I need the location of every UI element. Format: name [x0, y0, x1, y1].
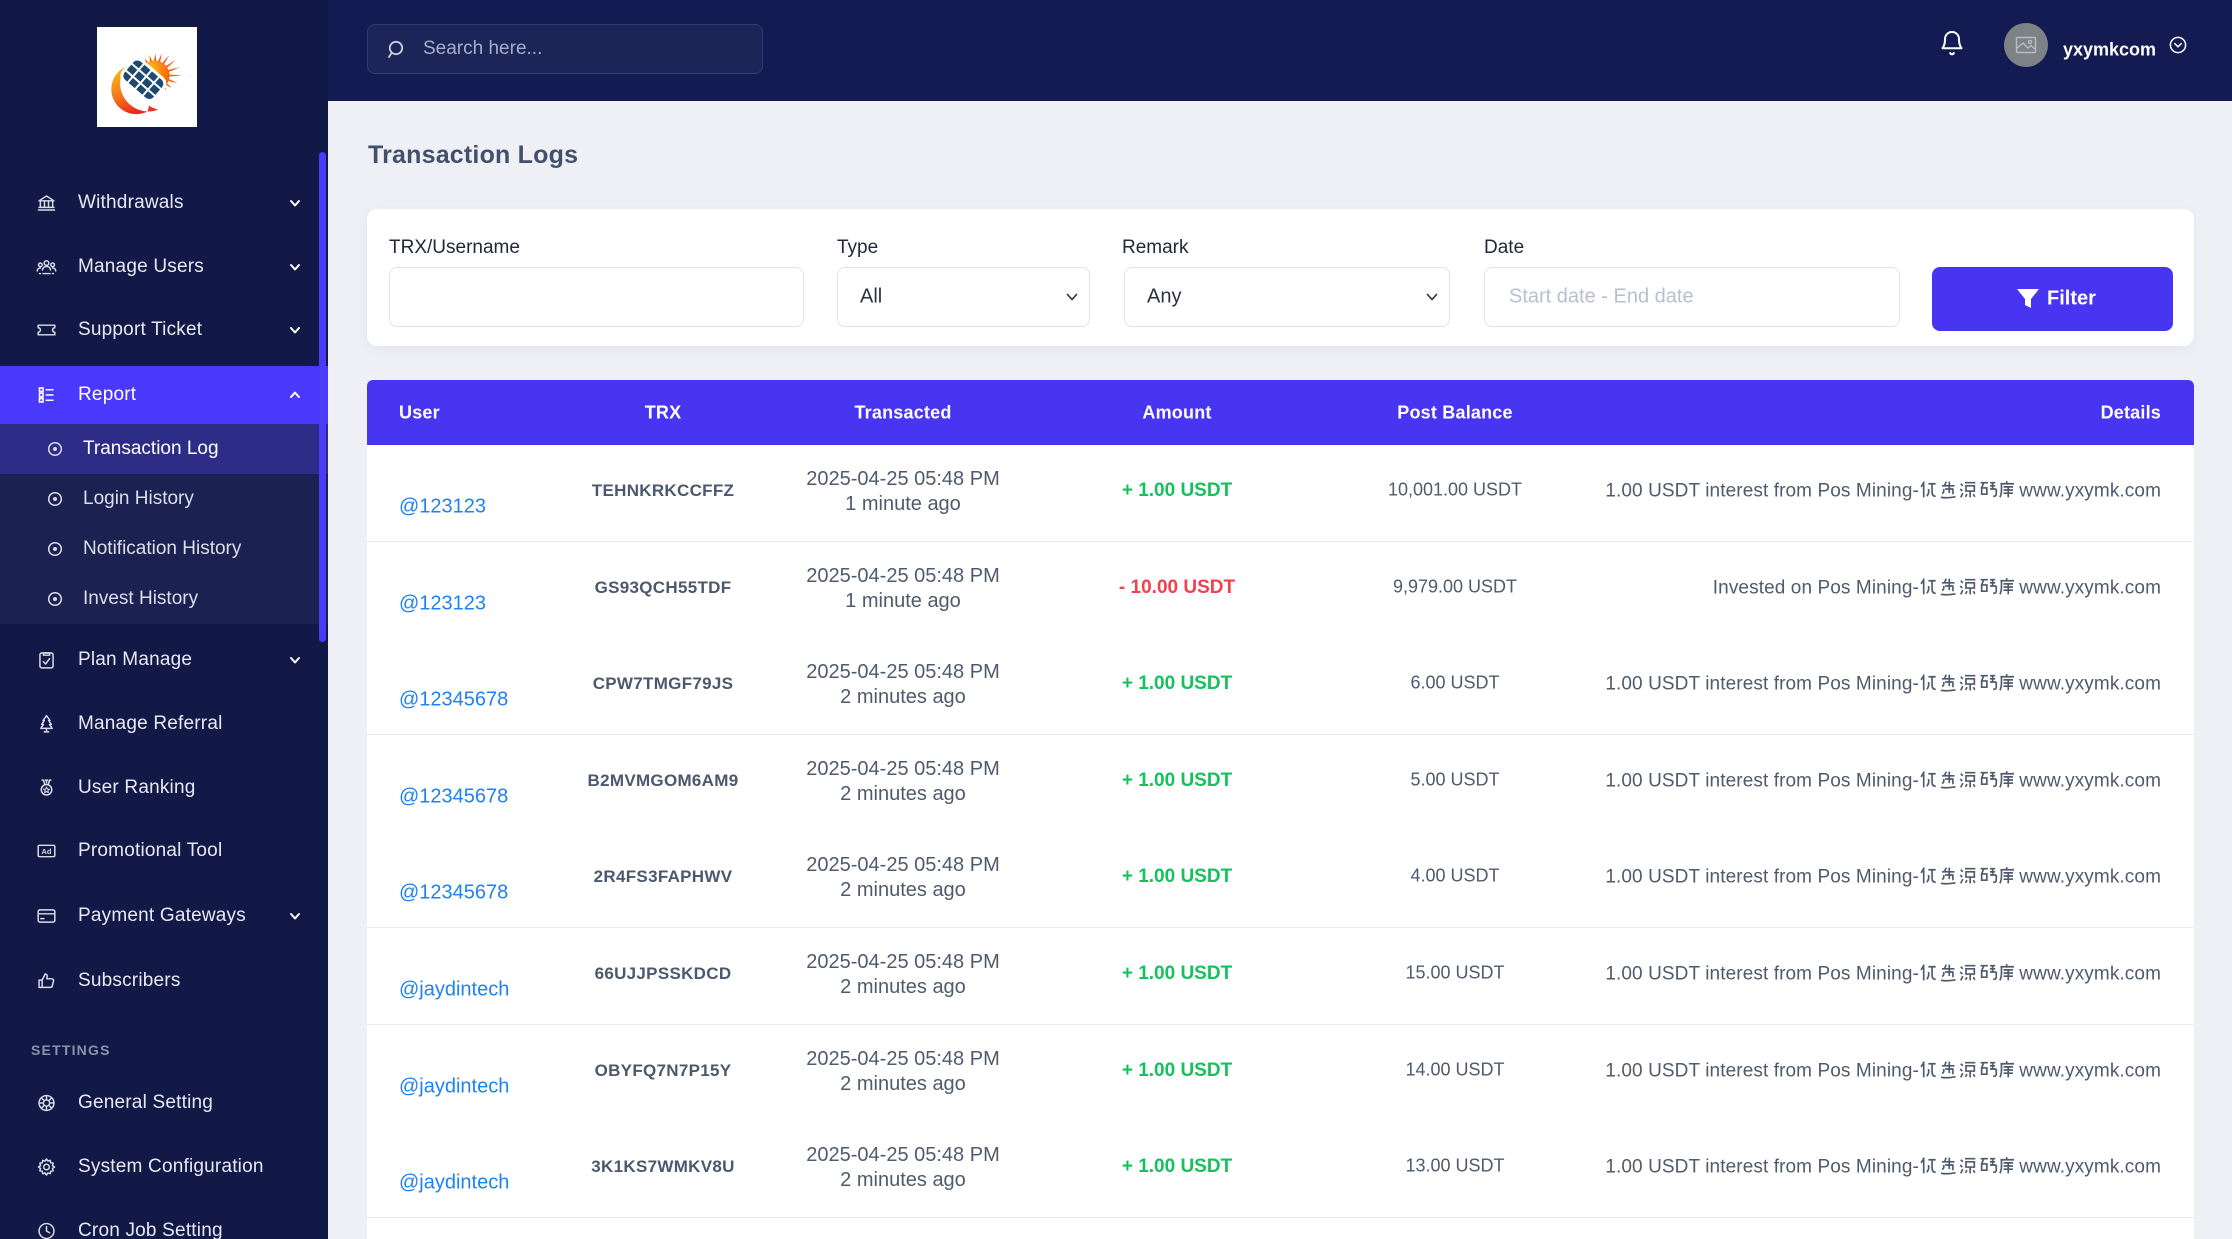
- svg-text:Ad: Ad: [42, 847, 52, 856]
